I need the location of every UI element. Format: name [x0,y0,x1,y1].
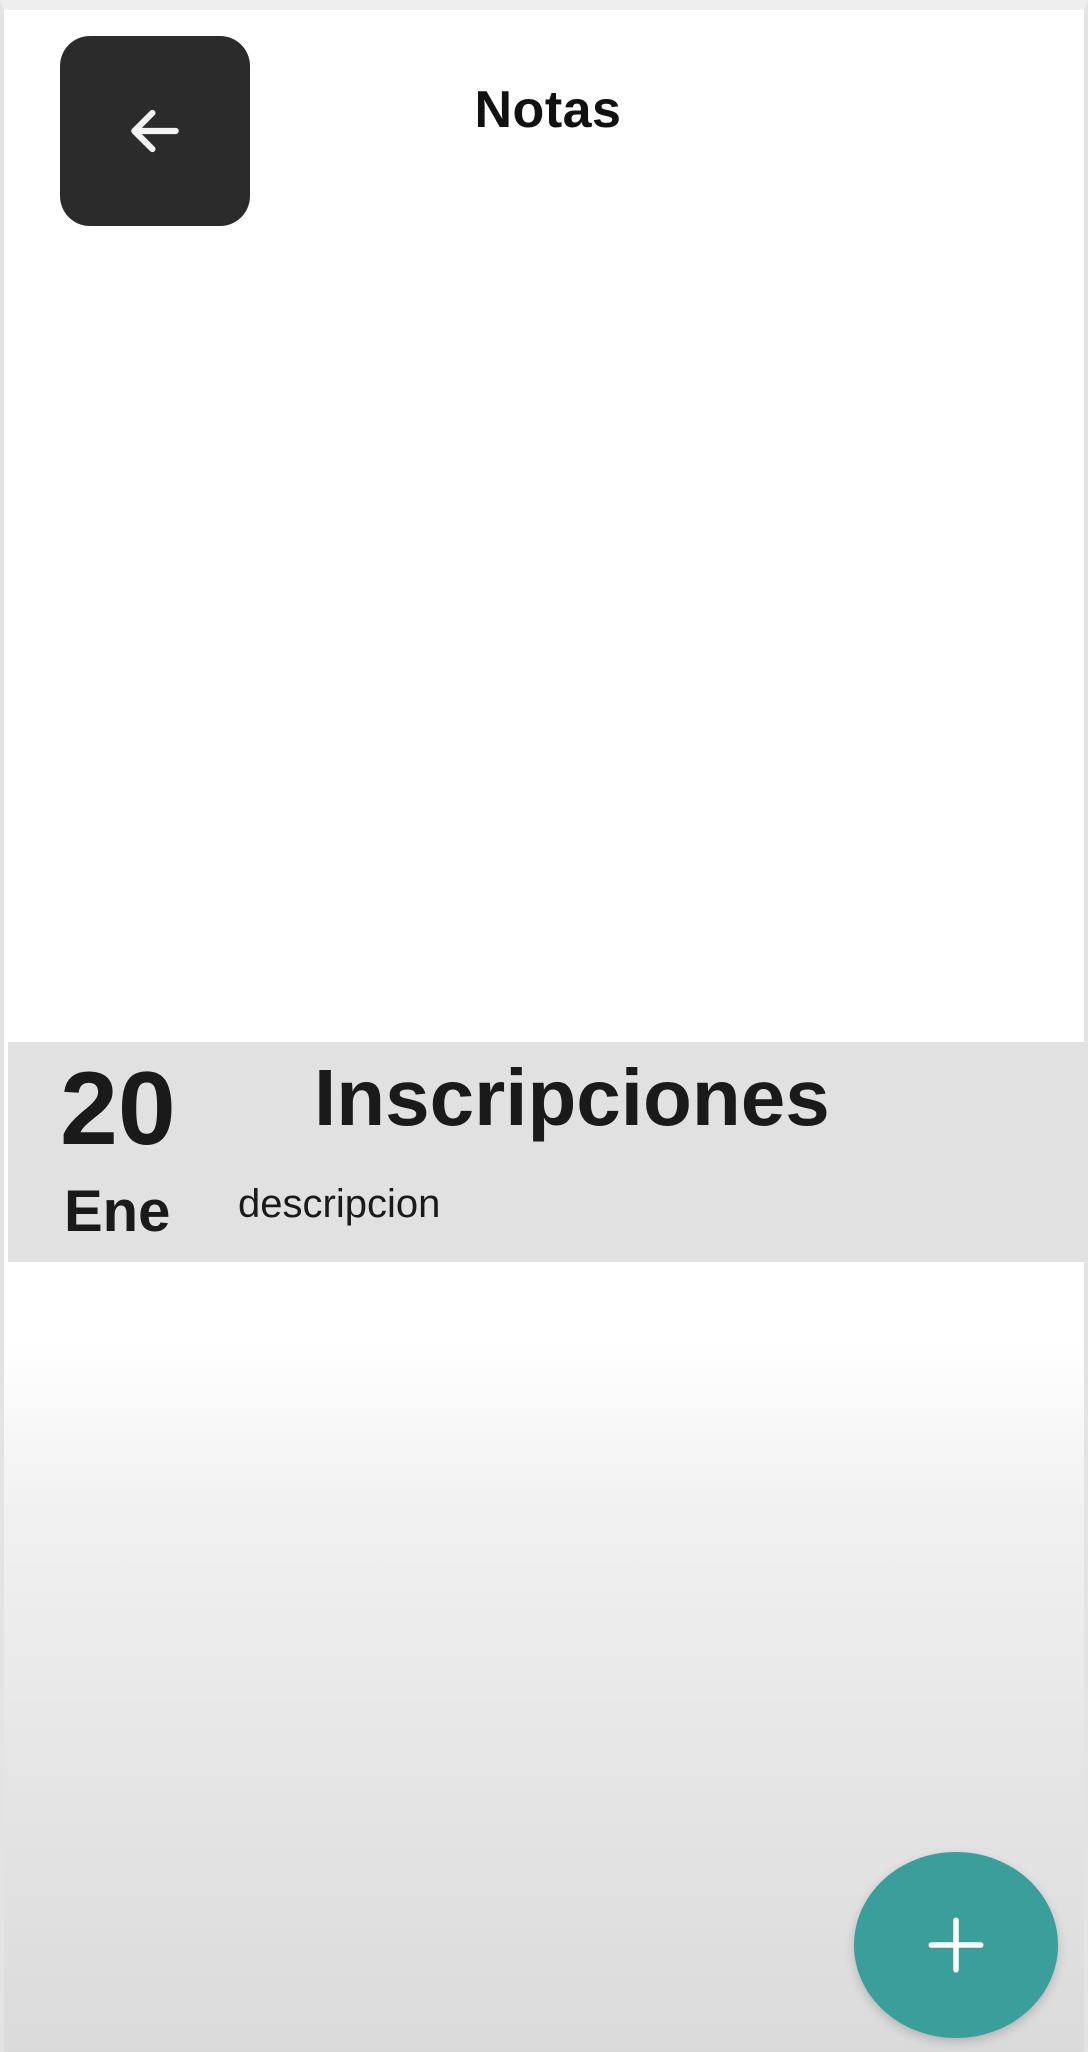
notes-screen: Notas 20 Ene Inscripciones descripcion [0,0,1088,2052]
note-date-day: 20 [60,1051,176,1167]
note-title: Inscripciones [314,1053,830,1142]
add-note-button[interactable] [854,1852,1058,2038]
page-title: Notas [474,81,622,139]
note-list-item[interactable]: 20 Ene Inscripciones descripcion [8,1042,1088,1262]
note-description: descripcion [238,1182,441,1226]
plus-icon [923,1912,989,1978]
note-date-month: Ene [64,1179,171,1244]
